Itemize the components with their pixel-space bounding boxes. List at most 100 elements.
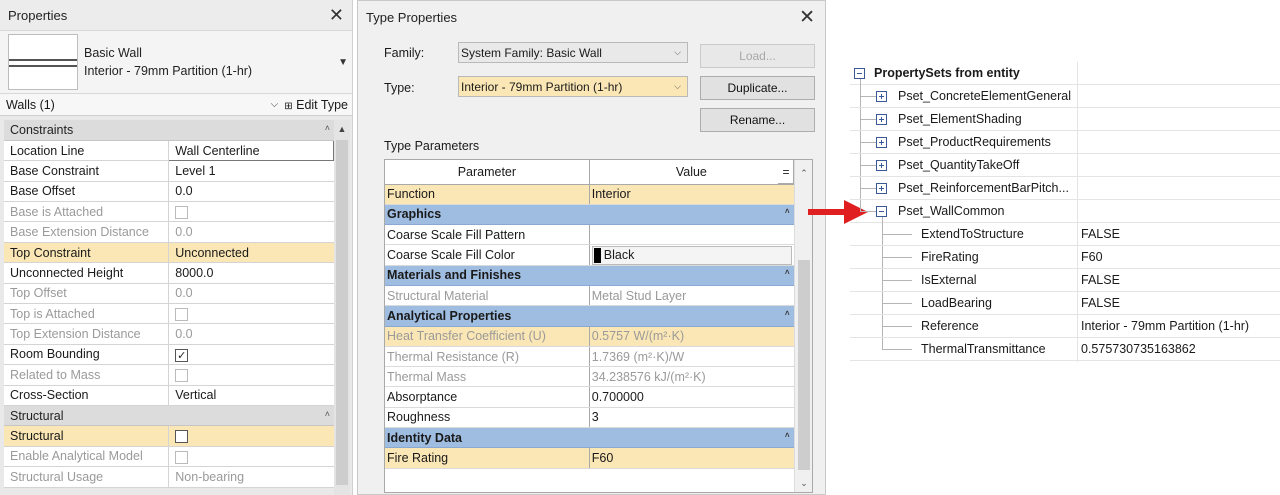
type-selector-dropdown-icon[interactable]: ▼ [338, 57, 348, 68]
tree-property-row[interactable]: FireRating F60 [850, 246, 1280, 269]
edit-type-icon: ⊞ [284, 100, 293, 112]
parameter-value-text: Metal Stud Layer [591, 288, 687, 303]
property-value-text: Level 1 [175, 163, 216, 178]
expand-icon[interactable] [876, 91, 887, 102]
color-picker-button[interactable]: Black [591, 245, 792, 265]
property-value[interactable]: 0.0 [168, 181, 334, 203]
property-row: Top Offset 0.0 [4, 283, 334, 305]
tree-property-row[interactable]: IsExternal FALSE [850, 269, 1280, 292]
close-icon[interactable]: ✕ [329, 6, 344, 24]
type-name: Interior - 79mm Partition (1-hr) [84, 64, 253, 78]
close-icon[interactable]: ✕ [799, 6, 815, 29]
expand-icon[interactable] [876, 137, 887, 148]
parameter-value[interactable]: 0.700000 [589, 386, 794, 408]
type-properties-titlebar: Type Properties ✕ [358, 1, 825, 33]
property-value [168, 303, 334, 325]
property-value[interactable] [168, 344, 334, 366]
checkbox[interactable] [175, 348, 189, 362]
family-dropdown[interactable]: System Family: Basic Wall ⌵ [458, 42, 688, 63]
chevron-down-icon[interactable]: ⌵ [271, 99, 279, 110]
collapse-icon[interactable] [876, 206, 887, 217]
parameter-name: Roughness [385, 407, 590, 429]
property-group-header: Constraints ˄ [4, 120, 334, 141]
tree-property-row[interactable]: ExtendToStructure FALSE [850, 223, 1280, 246]
parameter-group-header: Identity Data ˄ [385, 427, 794, 449]
property-name: Base Extension Distance [4, 221, 170, 243]
scrollbar-thumb[interactable] [336, 140, 348, 485]
property-name: Room Bounding [4, 344, 170, 366]
group-header-cell[interactable]: Materials and Finishes ˄ [385, 265, 794, 286]
type-parameters-header: Parameter Value [385, 160, 795, 185]
collapse-icon[interactable]: ˄ [325, 409, 330, 419]
parameter-value[interactable] [589, 224, 794, 246]
property-name: IsExternal [921, 273, 977, 287]
tree-guide-line [882, 326, 912, 327]
parameter-name: Absorptance [385, 386, 590, 408]
type-dropdown[interactable]: Interior - 79mm Partition (1-hr) ⌵ [458, 76, 688, 97]
property-value[interactable]: Unconnected [168, 242, 334, 264]
edit-type-button[interactable]: ⊞ Edit Type [284, 98, 348, 112]
property-name: Structural [4, 425, 170, 447]
tree-guide-line [860, 165, 876, 166]
tree-property-row[interactable]: LoadBearing FALSE [850, 292, 1280, 315]
collapse-icon[interactable]: ˄ [785, 431, 792, 440]
column-header-parameter[interactable]: Parameter [385, 160, 590, 185]
tree-pset-row[interactable]: Pset_ElementShading [850, 108, 1280, 131]
scrollbar-thumb[interactable] [798, 260, 810, 470]
collapse-icon[interactable]: ˄ [785, 309, 792, 318]
parameter-value[interactable]: Black [589, 244, 794, 266]
collapse-icon[interactable]: ˄ [325, 123, 330, 133]
collapse-icon[interactable]: ˄ [785, 207, 792, 216]
parameter-value[interactable]: 3 [589, 407, 794, 429]
parameter-name: Thermal Resistance (R) [385, 346, 590, 368]
scroll-up-icon[interactable]: ⌃ [795, 164, 812, 182]
parameter-value-text: F60 [591, 451, 614, 465]
parameter-value[interactable]: Interior [589, 184, 794, 205]
group-label[interactable]: Constraints ˄ [4, 120, 334, 141]
scroll-down-icon[interactable]: ⌄ [795, 474, 812, 492]
property-value[interactable]: Vertical [168, 385, 334, 406]
expand-icon[interactable] [876, 183, 887, 194]
property-row: Top is Attached [4, 303, 334, 325]
group-header-cell[interactable]: Graphics ˄ [385, 204, 794, 226]
tree-pset-row[interactable]: Pset_ConcreteElementGeneral [850, 85, 1280, 108]
scroll-up-icon[interactable]: ▲ [334, 120, 350, 138]
group-label[interactable]: Structural ˄ [4, 405, 334, 427]
column-header-formula[interactable]: = [778, 160, 794, 184]
tree-property-row[interactable]: Reference Interior - 79mm Partition (1-hr… [850, 315, 1280, 338]
tree-pset-row[interactable]: Pset_WallCommon [850, 200, 1280, 223]
tree-pset-row[interactable]: Pset_ReinforcementBarPitch... [850, 177, 1280, 200]
instance-filter-label[interactable]: Walls (1) [6, 98, 55, 112]
property-value-field[interactable]: Wall Centerline [168, 139, 334, 162]
parameter-name: Coarse Scale Fill Color [385, 244, 590, 266]
property-value[interactable]: 8000.0 [168, 262, 334, 284]
tree-property-row[interactable]: ThermalTransmittance 0.575730735163862 [850, 338, 1280, 361]
expand-icon[interactable] [876, 114, 887, 125]
group-header-cell[interactable]: Identity Data ˄ [385, 427, 794, 449]
checkbox[interactable] [175, 430, 189, 444]
duplicate-button[interactable]: Duplicate... [700, 76, 815, 100]
collapse-icon[interactable]: ˄ [785, 268, 792, 277]
collapse-icon[interactable] [854, 68, 865, 79]
property-row: Top Constraint Unconnected [4, 242, 334, 264]
parameter-row: Fire Rating F60 [385, 447, 794, 469]
load-button[interactable]: Load... [700, 44, 815, 68]
property-value-text: Vertical [175, 388, 217, 403]
parameter-row: Heat Transfer Coefficient (U) 0.5757 W/(m… [385, 326, 794, 347]
property-value: FALSE [1081, 296, 1120, 310]
property-row: Base Constraint Level 1 [4, 160, 334, 182]
rename-button[interactable]: Rename... [700, 108, 815, 132]
column-header-value[interactable]: Value [589, 160, 795, 185]
properties-scrollbar[interactable]: ▲ [334, 120, 350, 495]
property-value: 0.0 [168, 283, 334, 305]
parameter-value-text: Interior [591, 187, 631, 202]
parameter-value[interactable]: F60 [589, 447, 794, 469]
property-value[interactable]: Level 1 [168, 160, 334, 182]
expand-icon[interactable] [876, 160, 887, 171]
property-value[interactable] [168, 425, 334, 447]
type-selector[interactable]: Basic Wall Interior - 79mm Partition (1-… [0, 30, 352, 94]
group-header-cell[interactable]: Analytical Properties ˄ [385, 305, 794, 327]
properties-titlebar: Properties ✕ [0, 0, 352, 30]
tree-pset-row[interactable]: Pset_QuantityTakeOff [850, 154, 1280, 177]
tree-pset-row[interactable]: Pset_ProductRequirements [850, 131, 1280, 154]
